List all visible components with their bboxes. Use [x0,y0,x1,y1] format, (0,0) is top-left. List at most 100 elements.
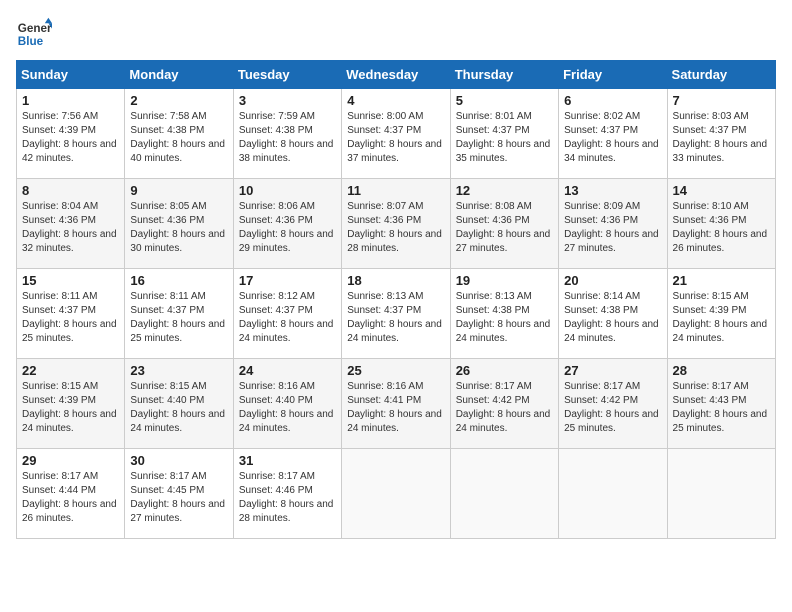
day-info: Sunrise: 8:16 AM Sunset: 4:40 PM Dayligh… [239,380,336,436]
day-number: 31 [239,453,336,468]
calendar-cell: 25 Sunrise: 8:16 AM Sunset: 4:41 PM Dayl… [342,359,450,449]
col-header-monday: Monday [125,61,233,89]
daylight-label: Daylight: 8 hours and 25 minutes. [564,409,659,434]
sunset-label: Sunset: 4:42 PM [564,395,638,406]
sunset-label: Sunset: 4:39 PM [22,395,96,406]
sunrise-label: Sunrise: 8:17 AM [456,381,532,392]
day-info: Sunrise: 8:17 AM Sunset: 4:43 PM Dayligh… [673,380,770,436]
sunrise-label: Sunrise: 8:12 AM [239,291,315,302]
day-number: 26 [456,363,553,378]
sunset-label: Sunset: 4:37 PM [239,305,313,316]
sunrise-label: Sunrise: 8:05 AM [130,201,206,212]
day-number: 8 [22,183,119,198]
sunset-label: Sunset: 4:37 PM [564,125,638,136]
col-header-tuesday: Tuesday [233,61,341,89]
daylight-label: Daylight: 8 hours and 25 minutes. [673,409,768,434]
svg-text:General: General [18,22,52,35]
sunset-label: Sunset: 4:41 PM [347,395,421,406]
sunset-label: Sunset: 4:36 PM [239,215,313,226]
day-info: Sunrise: 8:11 AM Sunset: 4:37 PM Dayligh… [130,290,227,346]
col-header-sunday: Sunday [17,61,125,89]
sunrise-label: Sunrise: 8:00 AM [347,111,423,122]
calendar-cell: 30 Sunrise: 8:17 AM Sunset: 4:45 PM Dayl… [125,449,233,539]
sunrise-label: Sunrise: 8:03 AM [673,111,749,122]
day-info: Sunrise: 8:07 AM Sunset: 4:36 PM Dayligh… [347,200,444,256]
day-info: Sunrise: 8:17 AM Sunset: 4:46 PM Dayligh… [239,470,336,526]
sunrise-label: Sunrise: 8:13 AM [347,291,423,302]
day-info: Sunrise: 8:15 AM Sunset: 4:40 PM Dayligh… [130,380,227,436]
logo: General Blue [16,16,56,52]
day-number: 19 [456,273,553,288]
sunset-label: Sunset: 4:40 PM [239,395,313,406]
daylight-label: Daylight: 8 hours and 29 minutes. [239,229,334,254]
sunset-label: Sunset: 4:37 PM [22,305,96,316]
day-number: 24 [239,363,336,378]
calendar-week-row: 8 Sunrise: 8:04 AM Sunset: 4:36 PM Dayli… [17,179,776,269]
daylight-label: Daylight: 8 hours and 24 minutes. [130,409,225,434]
sunrise-label: Sunrise: 8:08 AM [456,201,532,212]
daylight-label: Daylight: 8 hours and 33 minutes. [673,139,768,164]
col-header-saturday: Saturday [667,61,775,89]
day-info: Sunrise: 8:03 AM Sunset: 4:37 PM Dayligh… [673,110,770,166]
daylight-label: Daylight: 8 hours and 26 minutes. [673,229,768,254]
daylight-label: Daylight: 8 hours and 24 minutes. [456,319,551,344]
calendar-cell: 21 Sunrise: 8:15 AM Sunset: 4:39 PM Dayl… [667,269,775,359]
calendar-cell: 10 Sunrise: 8:06 AM Sunset: 4:36 PM Dayl… [233,179,341,269]
calendar-cell: 19 Sunrise: 8:13 AM Sunset: 4:38 PM Dayl… [450,269,558,359]
calendar-table: SundayMondayTuesdayWednesdayThursdayFrid… [16,60,776,539]
sunset-label: Sunset: 4:45 PM [130,485,204,496]
sunrise-label: Sunrise: 8:16 AM [239,381,315,392]
day-info: Sunrise: 8:10 AM Sunset: 4:36 PM Dayligh… [673,200,770,256]
day-info: Sunrise: 8:02 AM Sunset: 4:37 PM Dayligh… [564,110,661,166]
sunset-label: Sunset: 4:36 PM [456,215,530,226]
calendar-cell: 23 Sunrise: 8:15 AM Sunset: 4:40 PM Dayl… [125,359,233,449]
daylight-label: Daylight: 8 hours and 25 minutes. [22,319,117,344]
col-header-friday: Friday [559,61,667,89]
daylight-label: Daylight: 8 hours and 24 minutes. [22,409,117,434]
calendar-week-row: 15 Sunrise: 8:11 AM Sunset: 4:37 PM Dayl… [17,269,776,359]
calendar-cell: 26 Sunrise: 8:17 AM Sunset: 4:42 PM Dayl… [450,359,558,449]
day-info: Sunrise: 8:13 AM Sunset: 4:37 PM Dayligh… [347,290,444,346]
sunset-label: Sunset: 4:38 PM [130,125,204,136]
sunrise-label: Sunrise: 7:59 AM [239,111,315,122]
calendar-cell [667,449,775,539]
daylight-label: Daylight: 8 hours and 37 minutes. [347,139,442,164]
sunset-label: Sunset: 4:36 PM [130,215,204,226]
daylight-label: Daylight: 8 hours and 32 minutes. [22,229,117,254]
sunrise-label: Sunrise: 8:10 AM [673,201,749,212]
daylight-label: Daylight: 8 hours and 35 minutes. [456,139,551,164]
day-number: 5 [456,93,553,108]
day-info: Sunrise: 8:17 AM Sunset: 4:42 PM Dayligh… [456,380,553,436]
day-info: Sunrise: 8:14 AM Sunset: 4:38 PM Dayligh… [564,290,661,346]
sunset-label: Sunset: 4:37 PM [347,125,421,136]
calendar-cell: 22 Sunrise: 8:15 AM Sunset: 4:39 PM Dayl… [17,359,125,449]
calendar-cell: 7 Sunrise: 8:03 AM Sunset: 4:37 PM Dayli… [667,89,775,179]
daylight-label: Daylight: 8 hours and 34 minutes. [564,139,659,164]
calendar-cell: 6 Sunrise: 8:02 AM Sunset: 4:37 PM Dayli… [559,89,667,179]
day-info: Sunrise: 8:12 AM Sunset: 4:37 PM Dayligh… [239,290,336,346]
day-number: 2 [130,93,227,108]
day-info: Sunrise: 8:11 AM Sunset: 4:37 PM Dayligh… [22,290,119,346]
calendar-cell: 8 Sunrise: 8:04 AM Sunset: 4:36 PM Dayli… [17,179,125,269]
calendar-week-row: 1 Sunrise: 7:56 AM Sunset: 4:39 PM Dayli… [17,89,776,179]
sunset-label: Sunset: 4:37 PM [673,125,747,136]
calendar-cell: 24 Sunrise: 8:16 AM Sunset: 4:40 PM Dayl… [233,359,341,449]
sunrise-label: Sunrise: 8:14 AM [564,291,640,302]
sunset-label: Sunset: 4:38 PM [564,305,638,316]
day-number: 29 [22,453,119,468]
sunrise-label: Sunrise: 8:06 AM [239,201,315,212]
calendar-cell: 28 Sunrise: 8:17 AM Sunset: 4:43 PM Dayl… [667,359,775,449]
sunset-label: Sunset: 4:36 PM [564,215,638,226]
day-number: 30 [130,453,227,468]
sunset-label: Sunset: 4:37 PM [130,305,204,316]
daylight-label: Daylight: 8 hours and 27 minutes. [564,229,659,254]
sunrise-label: Sunrise: 8:09 AM [564,201,640,212]
daylight-label: Daylight: 8 hours and 24 minutes. [239,409,334,434]
sunset-label: Sunset: 4:37 PM [347,305,421,316]
sunrise-label: Sunrise: 8:04 AM [22,201,98,212]
calendar-cell: 9 Sunrise: 8:05 AM Sunset: 4:36 PM Dayli… [125,179,233,269]
sunset-label: Sunset: 4:37 PM [456,125,530,136]
day-info: Sunrise: 8:04 AM Sunset: 4:36 PM Dayligh… [22,200,119,256]
sunset-label: Sunset: 4:39 PM [22,125,96,136]
day-number: 17 [239,273,336,288]
